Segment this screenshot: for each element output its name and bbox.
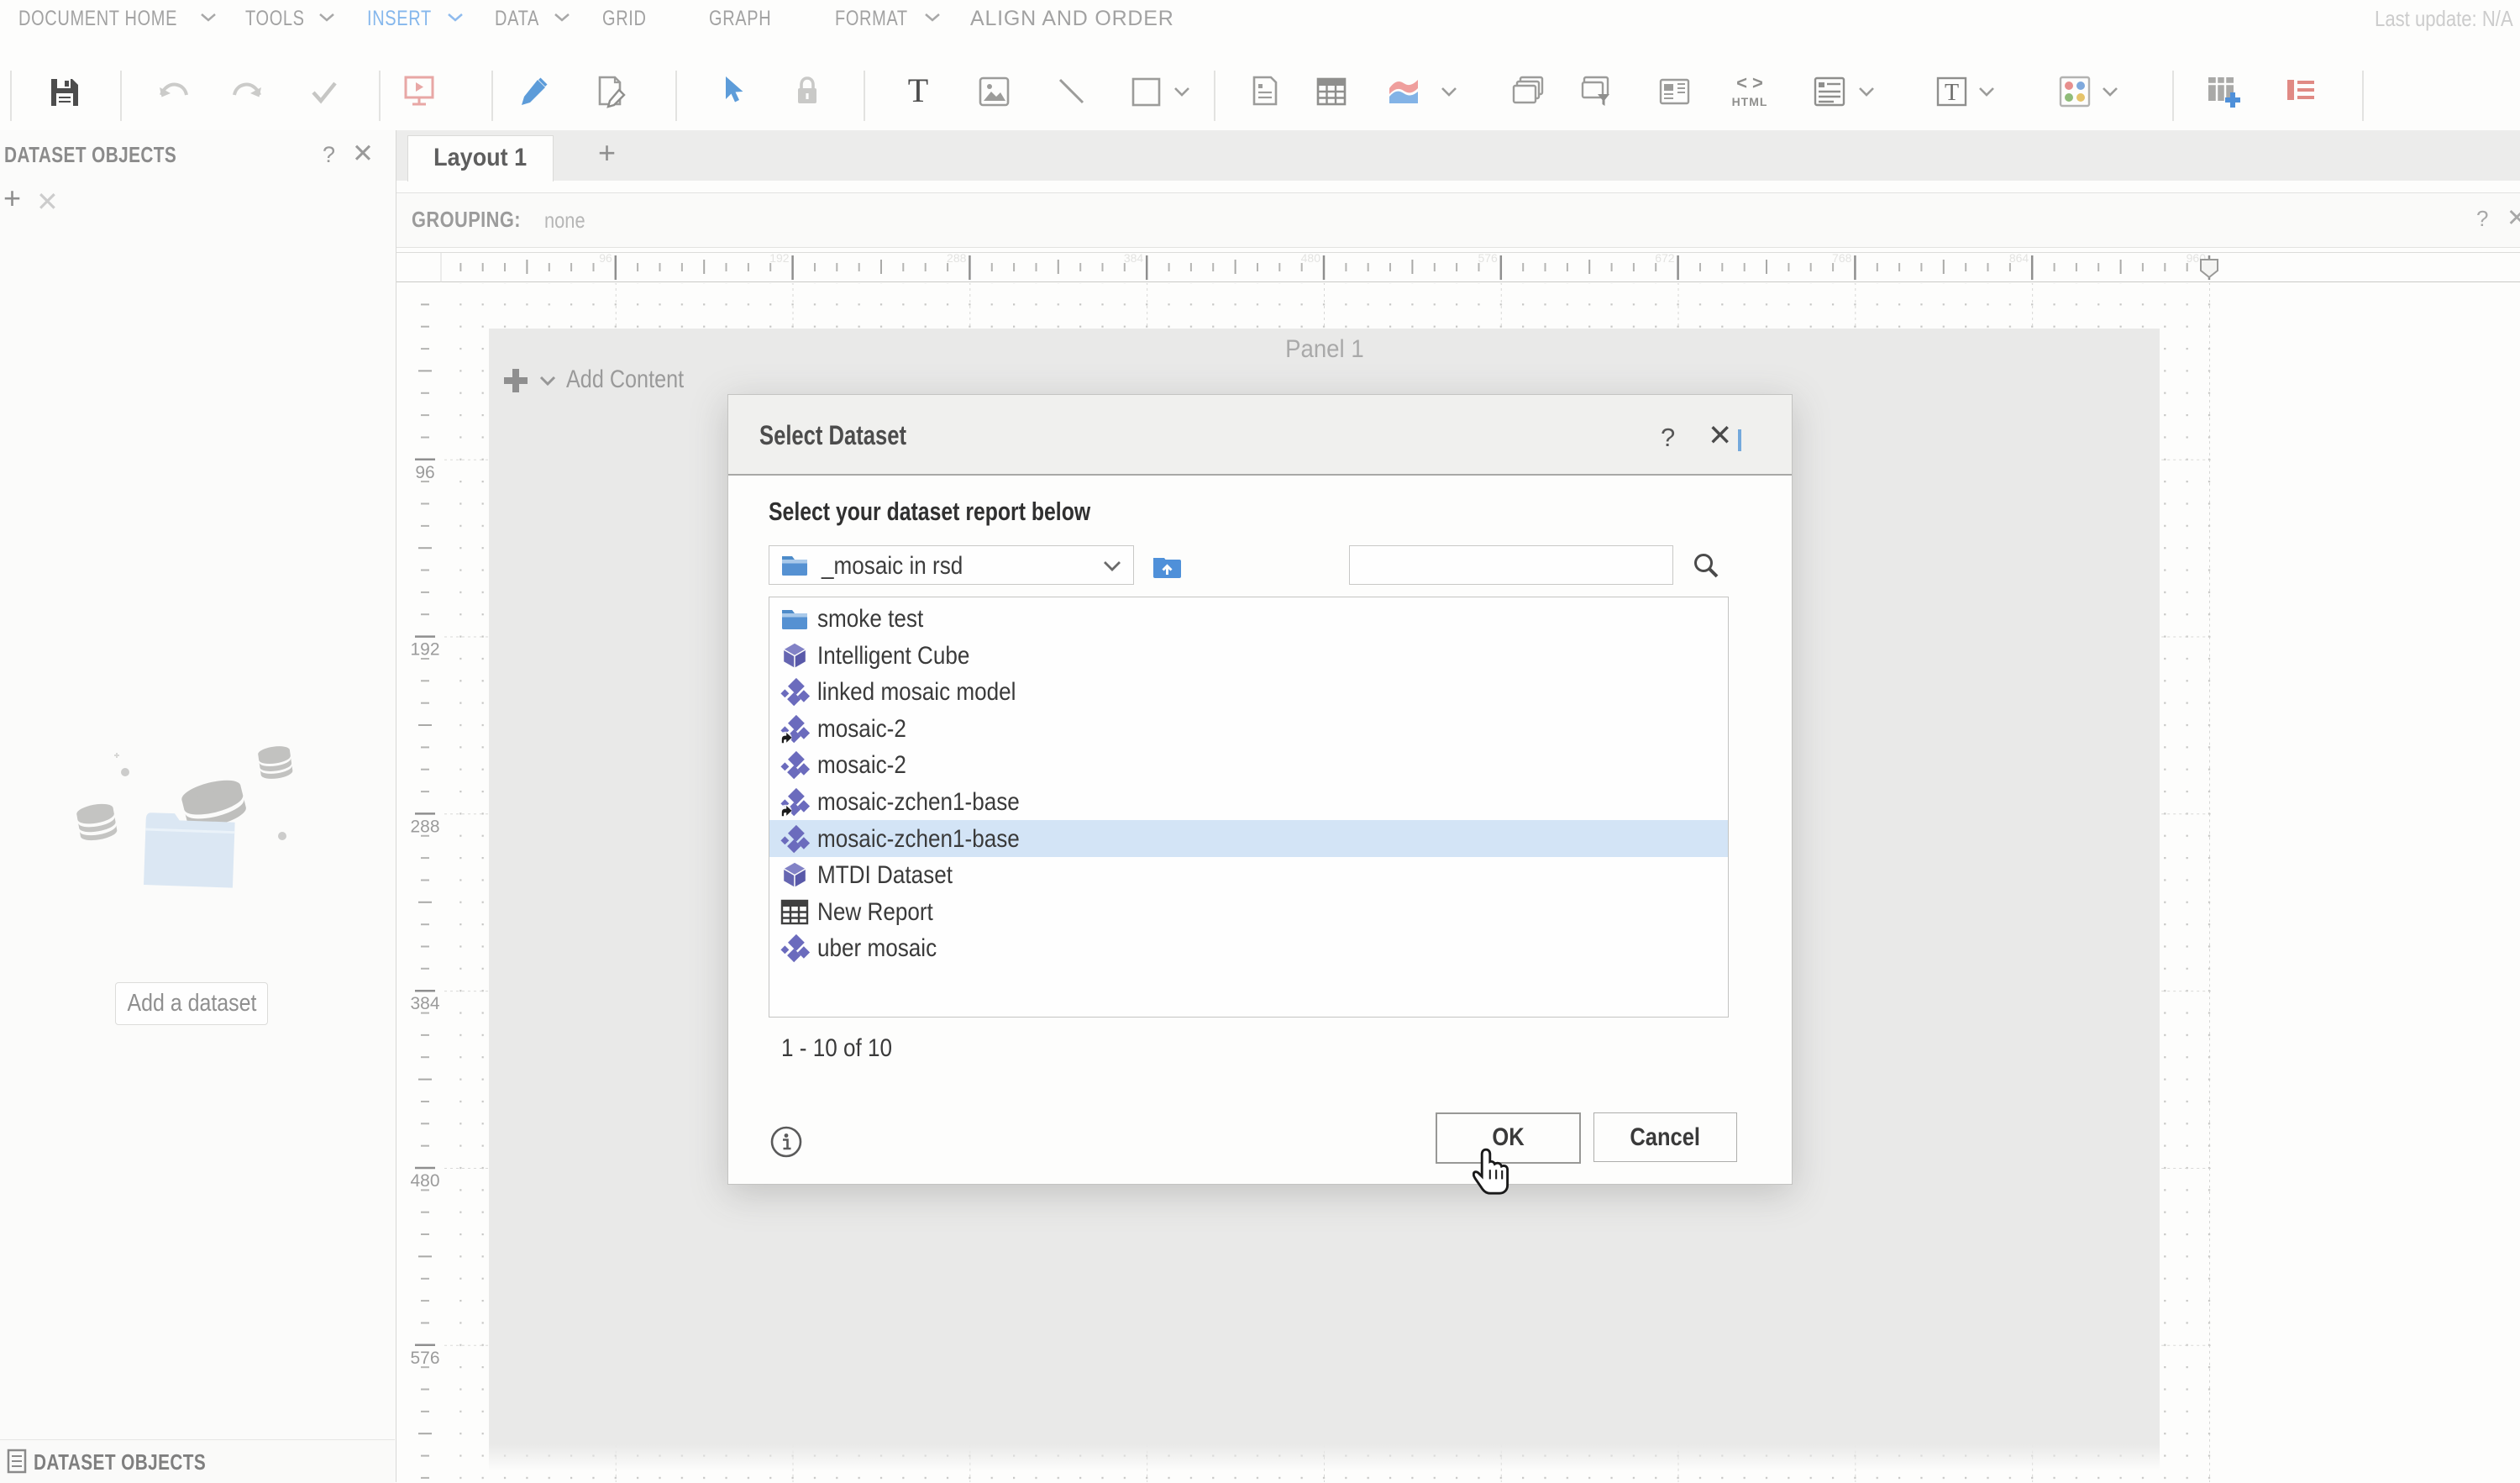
- svg-text:576: 576: [410, 1349, 439, 1368]
- svg-text:384: 384: [410, 994, 439, 1013]
- svg-text:672: 672: [1655, 252, 1675, 265]
- svg-text:HTML: HTML: [1732, 95, 1768, 108]
- svg-text:192: 192: [410, 640, 439, 660]
- svg-text:288: 288: [410, 817, 439, 836]
- svg-text:384: 384: [1124, 252, 1144, 265]
- svg-text:768: 768: [1832, 252, 1852, 265]
- svg-text:480: 480: [410, 1171, 439, 1191]
- svg-text:576: 576: [1478, 252, 1498, 265]
- svg-text:96: 96: [415, 463, 434, 482]
- svg-text:< >: < >: [1736, 72, 1763, 93]
- svg-text:288: 288: [947, 252, 967, 265]
- svg-text:192: 192: [769, 252, 790, 265]
- svg-text:T: T: [1945, 80, 1959, 106]
- svg-text:T: T: [908, 71, 928, 109]
- svg-text:864: 864: [2009, 252, 2029, 265]
- svg-text:480: 480: [1301, 252, 1321, 265]
- svg-text:96: 96: [599, 252, 612, 265]
